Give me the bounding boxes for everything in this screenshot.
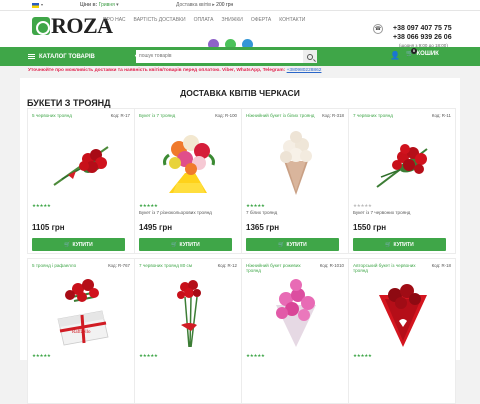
product-name[interactable]: Ніжнийний букет рожевих троянд [246, 263, 316, 273]
product-card[interactable]: 7 червоних троянд 80 см Код: R-12 ★★★★★ [134, 258, 242, 404]
nav-payment[interactable]: ОПЛАТА [194, 17, 214, 23]
availability-notice: Уточнюйте про можливість доставки та ная… [28, 68, 322, 73]
product-card[interactable]: 7 червоних троянд Код: R-11 ★★★★★ Букет … [348, 108, 456, 254]
rating-stars: ★★★★★ [32, 203, 51, 208]
product-image[interactable] [369, 125, 437, 197]
section-title: БУКЕТИ З ТРОЯНД [27, 98, 111, 108]
search-button[interactable] [303, 50, 317, 63]
product-code: Код: R-1010 [319, 263, 344, 268]
product-name[interactable]: 7 червоних троянд [353, 113, 423, 118]
product-card[interactable]: Ніжнийний букет із білих троянд Код: R-3… [241, 108, 349, 254]
main-nav: ПРО НАС ВАРТІСТЬ ДОСТАВКИ ОПЛАТА ЗНИЖКИ … [103, 17, 305, 23]
phone-icon: ☎ [373, 24, 383, 34]
cart-count-badge: 0 [411, 48, 417, 54]
product-code: Код: R-11 [431, 113, 451, 118]
site-header: ROZA ПРО НАС ВАРТІСТЬ ДОСТАВКИ ОПЛАТА ЗН… [0, 11, 480, 50]
cart-icon: 🛒 [278, 241, 285, 248]
rating-stars: ★★★★★ [353, 353, 372, 358]
nav-contacts[interactable]: КОНТАКТИ [279, 17, 305, 23]
svg-text:Raffaello: Raffaello [72, 330, 91, 335]
search-icon [307, 53, 313, 60]
main-content: ДОСТАВКА КВІТІВ ЧЕРКАСИ БУКЕТИ З ТРОЯНД … [20, 78, 460, 404]
product-image[interactable]: Raffaello [48, 275, 116, 347]
product-name[interactable]: Букет із 7 троянд [139, 113, 209, 118]
product-card[interactable]: 5 троянд і рафаелло Код: R-767 Raffaello… [27, 258, 135, 404]
notice-phone-link[interactable]: +380980228862 [287, 68, 322, 73]
buy-button[interactable]: 🛒 КУПИТИ [32, 238, 125, 251]
rating-stars: ★★★★★ [139, 353, 158, 358]
product-name[interactable]: 7 червоних троянд 80 см [139, 263, 209, 268]
product-code: Код: R-18 [431, 263, 451, 268]
product-card[interactable]: Авторський букет із червоних троянд Код:… [348, 258, 456, 404]
product-code: Код: R-318 [322, 113, 344, 118]
product-image[interactable] [262, 125, 330, 197]
rating-stars: ★★★★★ [353, 203, 372, 208]
product-price: 1550 грн [353, 223, 387, 232]
phone-secondary[interactable]: +38 066 939 26 06 [393, 33, 452, 42]
cart-icon: 🛒 [64, 241, 71, 248]
product-description: Букет із 7 червоних троянд [353, 210, 411, 215]
product-card[interactable]: Ніжнийний букет рожевих троянд Код: R-10… [241, 258, 349, 404]
product-description: Букет із 7 різнокольорових троянд [139, 210, 212, 215]
currency-selector[interactable]: Ціни в: Гривня ▾ [80, 2, 119, 8]
nav-delivery-cost[interactable]: ВАРТІСТЬ ДОСТАВКИ [134, 17, 186, 23]
product-image[interactable] [48, 125, 116, 197]
rating-stars: ★★★★★ [32, 353, 51, 358]
product-name[interactable]: Авторський букет із червоних троянд [353, 263, 423, 273]
product-code: Код: R-767 [108, 263, 130, 268]
page-title: ДОСТАВКА КВІТІВ ЧЕРКАСИ [180, 88, 300, 98]
search-input[interactable] [136, 50, 304, 63]
catalog-button[interactable]: КАТАЛОГ ТОВАРІВ ▾ [28, 47, 138, 66]
product-description: 7 білих троянд [246, 210, 278, 215]
product-price: 1365 грн [246, 223, 280, 232]
product-name[interactable]: 5 червоних троянд [32, 113, 102, 118]
product-image[interactable] [369, 275, 437, 347]
cart-icon: 🛒 [171, 241, 178, 248]
logo-mark-icon [32, 17, 50, 35]
buy-button[interactable]: 🛒 КУПИТИ [246, 238, 339, 251]
product-image[interactable] [155, 125, 223, 197]
top-bar: ▾ Ціни в: Гривня ▾ Доставка квітів ▸ 200… [0, 0, 480, 11]
chevron-down-icon[interactable]: ▾ [41, 2, 43, 7]
product-image[interactable] [262, 275, 330, 347]
product-price: 1495 грн [139, 223, 173, 232]
rating-stars: ★★★★★ [246, 353, 265, 358]
product-card[interactable]: 5 червоних троянд Код: R-17 ★★★★★ 1105 г… [27, 108, 135, 254]
site-logo[interactable]: ROZA [32, 13, 113, 39]
ukraine-flag-icon[interactable] [32, 3, 39, 8]
nav-offer[interactable]: ОФЕРТА [251, 17, 271, 23]
cart-icon: 🛒 [385, 241, 392, 248]
product-code: Код: R-12 [217, 263, 237, 268]
user-icon[interactable]: 👤 [390, 51, 400, 61]
product-image[interactable] [155, 275, 223, 347]
rating-stars: ★★★★★ [246, 203, 265, 208]
product-name[interactable]: Ніжнийний букет із білих троянд [246, 113, 316, 118]
nav-discounts[interactable]: ЗНИЖКИ [222, 17, 243, 23]
rating-stars: ★★★★★ [139, 203, 158, 208]
catalog-bar: КАТАЛОГ ТОВАРІВ ▾ 👤 🛒0 КОШИК [0, 47, 480, 66]
product-code: Код: R-17 [110, 113, 130, 118]
product-card[interactable]: Букет із 7 троянд Код: R-100 ★★★★★ Букет… [134, 108, 242, 254]
menu-icon [28, 54, 35, 59]
phone-primary[interactable]: +38 097 407 75 75 [393, 24, 452, 33]
product-code: Код: R-100 [215, 113, 237, 118]
buy-button[interactable]: 🛒 КУПИТИ [139, 238, 232, 251]
buy-button[interactable]: 🛒 КУПИТИ [353, 238, 446, 251]
product-name[interactable]: 5 троянд і рафаелло [32, 263, 102, 268]
nav-about[interactable]: ПРО НАС [103, 17, 126, 23]
cart-button[interactable]: 🛒 0 КОШИК [406, 48, 439, 57]
product-price: 1105 грн [32, 223, 65, 232]
cart-icon: 🛒 0 [406, 48, 417, 57]
delivery-price-info: Доставка квітів ▸ 200 грн [176, 2, 234, 8]
